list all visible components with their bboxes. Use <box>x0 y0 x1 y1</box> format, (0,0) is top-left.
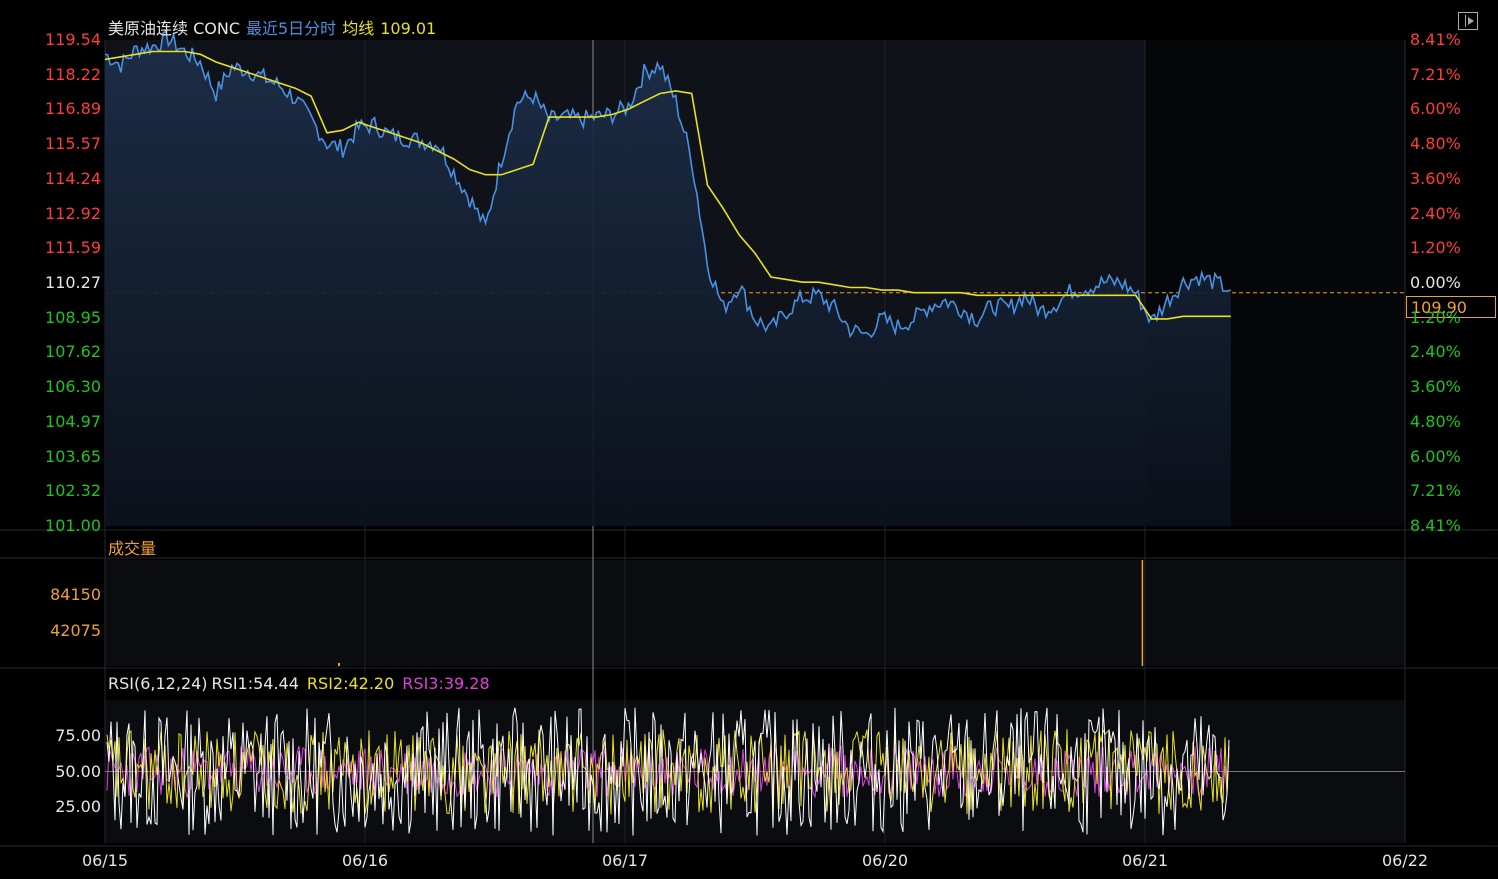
percent-axis-tick: 3.60% <box>1410 377 1461 397</box>
price-axis-tick: 114.24 <box>45 168 101 188</box>
expand-icon[interactable] <box>1458 12 1478 30</box>
percent-axis-tick: 1.20% <box>1410 238 1461 258</box>
percent-axis-tick: 7.21% <box>1410 481 1461 501</box>
date-axis-tick: 06/21 <box>1121 851 1169 870</box>
volume-axis-tick: 42075 <box>50 620 101 640</box>
price-axis-tick: 118.22 <box>45 64 101 84</box>
volume-panel-label: 成交量 <box>108 539 157 558</box>
period-mode[interactable]: 最近5日分时 <box>246 19 336 38</box>
price-axis-tick: 108.95 <box>45 307 101 327</box>
price-axis-tick: 101.00 <box>45 516 101 535</box>
rsi-params: RSI(6,12,24) <box>108 674 208 693</box>
price-axis-tick: 112.92 <box>45 203 101 223</box>
date-axis-tick: 06/15 <box>81 851 129 870</box>
price-axis-tick: 104.97 <box>45 411 101 431</box>
price-axis-tick: 116.89 <box>45 99 101 119</box>
price-axis-tick: 110.27 <box>45 273 101 292</box>
avg-value: 109.01 <box>380 19 437 38</box>
price-axis-tick: 103.65 <box>45 446 101 466</box>
percent-axis-tick: 4.80% <box>1410 134 1461 154</box>
date-axis-tick: 06/16 <box>341 851 389 870</box>
volume-axis-tick: 84150 <box>50 585 101 605</box>
rsi-header: RSI(6,12,24) RSI1:54.44 RSI2:42.20 RSI3:39.… <box>108 674 498 693</box>
price-axis-tick: 107.62 <box>45 342 101 362</box>
percent-axis-tick: 4.80% <box>1410 411 1461 431</box>
rsi-axis-tick: 75.00 <box>55 725 101 745</box>
percent-axis-tick: 2.40% <box>1410 203 1461 223</box>
date-axis-tick: 06/17 <box>601 851 649 870</box>
percent-axis-tick: 8.41% <box>1410 516 1461 535</box>
percent-axis-tick: 7.21% <box>1410 64 1461 84</box>
chart-canvas <box>0 29 1498 847</box>
rsi1-value: RSI1:54.44 <box>211 674 299 693</box>
chart-header: 美原油连续 CONC 最近5日分时 均线 109.01 <box>108 15 442 39</box>
price-axis-tick: 111.59 <box>45 238 101 258</box>
percent-axis-tick: 2.40% <box>1410 342 1461 362</box>
rsi-axis-tick: 25.00 <box>55 797 101 817</box>
avg-label: 均线 <box>342 19 375 38</box>
percent-axis-tick: 6.00% <box>1410 99 1461 119</box>
price-axis-tick: 102.32 <box>45 481 101 501</box>
price-axis-tick: 119.54 <box>45 30 101 49</box>
date-axis-tick: 06/22 <box>1381 851 1429 870</box>
percent-axis-tick: 0.00% <box>1410 273 1461 292</box>
rsi-axis-tick: 50.00 <box>55 761 101 781</box>
percent-axis-tick: 6.00% <box>1410 446 1461 466</box>
price-axis-tick: 106.30 <box>45 377 101 397</box>
volume-panel-bg <box>105 560 1405 666</box>
rsi2-value: RSI2:42.20 <box>306 674 395 693</box>
rsi3-value: RSI3:39.28 <box>402 674 490 693</box>
date-axis-tick: 06/20 <box>861 851 909 870</box>
percent-axis-tick: 3.60% <box>1410 168 1461 188</box>
percent-axis-tick: 8.41% <box>1410 30 1461 49</box>
percent-axis-tick: 1.20% <box>1410 307 1461 327</box>
price-axis-tick: 115.57 <box>45 134 101 154</box>
instrument-name: 美原油连续 CONC <box>108 19 240 38</box>
